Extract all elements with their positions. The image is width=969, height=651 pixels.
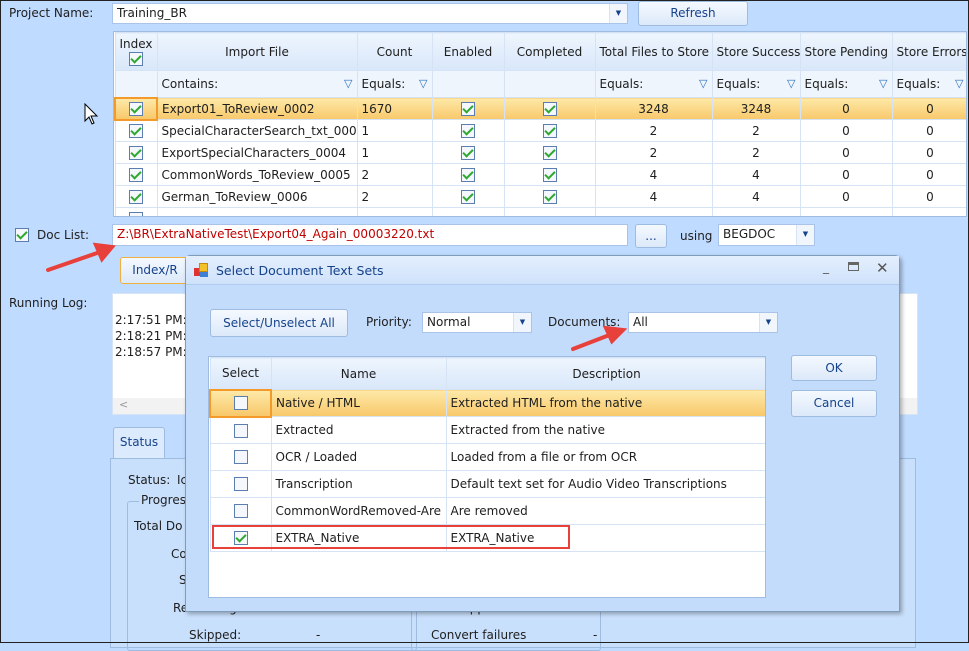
annotation-arrows (46, 242, 628, 351)
arrowhead-icon (92, 242, 116, 263)
arrow-to-documents (571, 332, 614, 351)
arrow-to-doc-list (46, 250, 102, 272)
arrowhead-icon (602, 325, 628, 345)
